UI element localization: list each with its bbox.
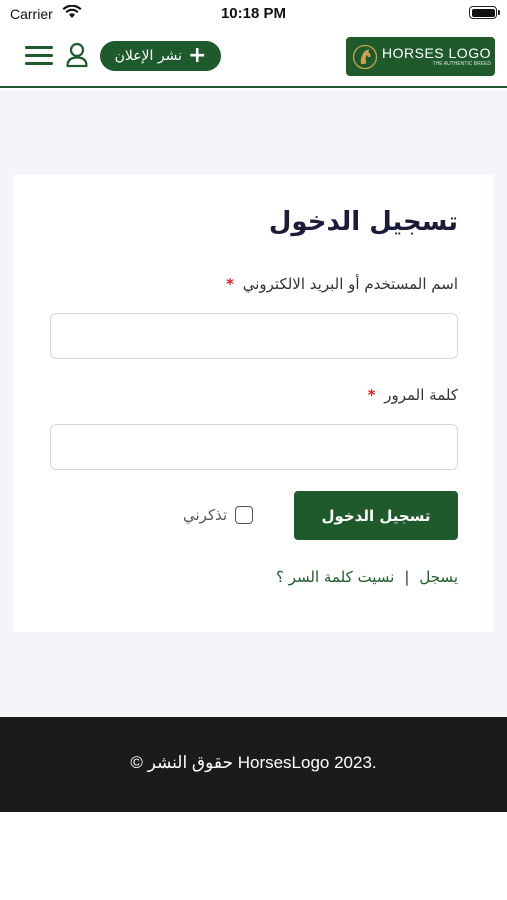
app-header: + نشر الإعلان HORSES LOGO THE AUTHENTIC … [0,28,507,88]
auth-links: يسجل | نسيت كلمة السر ؟ [276,568,458,586]
username-input[interactable] [50,313,458,359]
username-label-text: اسم المستخدم أو البريد الالكتروني [242,275,458,293]
username-label: اسم المستخدم أو البريد الالكتروني * [226,275,458,293]
post-ad-button[interactable]: + نشر الإعلان [100,41,221,71]
required-mark: * [367,386,376,404]
required-mark: * [226,275,234,293]
logo-title: HORSES LOGO [382,45,491,61]
logo-tagline: THE AUTHENTIC BREED [432,61,491,67]
brand-logo[interactable]: HORSES LOGO THE AUTHENTIC BREED [346,37,495,76]
password-input[interactable] [50,424,458,470]
forgot-password-link[interactable]: نسيت كلمة السر ؟ [276,568,394,586]
horse-head-icon [352,44,378,69]
login-button[interactable]: تسجيل الدخول [294,491,458,540]
hamburger-menu-icon[interactable] [25,46,53,68]
plus-icon: + [188,43,207,68]
checkbox-icon[interactable] [235,506,254,524]
remember-me-checkbox[interactable]: تذكرني [183,506,254,524]
main-content: تسجيل الدخول اسم المستخدم أو البريد الال… [0,90,507,717]
link-separator: | [404,568,410,586]
clock-time: 10:18 PM [220,5,287,22]
password-label-text: كلمة المرور [384,386,458,404]
post-ad-label: نشر الإعلان [114,48,182,64]
user-icon[interactable] [66,42,88,68]
battery-icon [469,6,500,19]
status-bar: Carrier 10:18 PM [0,0,507,28]
page-title: تسجيل الدخول [268,207,458,237]
register-link[interactable]: يسجل [419,568,458,586]
copyright-text: © حقوق النشر HorsesLogo 2023. [130,753,377,772]
remember-me-label: تذكرني [183,506,228,524]
page-footer: © حقوق النشر HorsesLogo 2023. [0,717,507,812]
login-card: تسجيل الدخول اسم المستخدم أو البريد الال… [13,175,494,632]
password-label: كلمة المرور * [368,386,458,404]
